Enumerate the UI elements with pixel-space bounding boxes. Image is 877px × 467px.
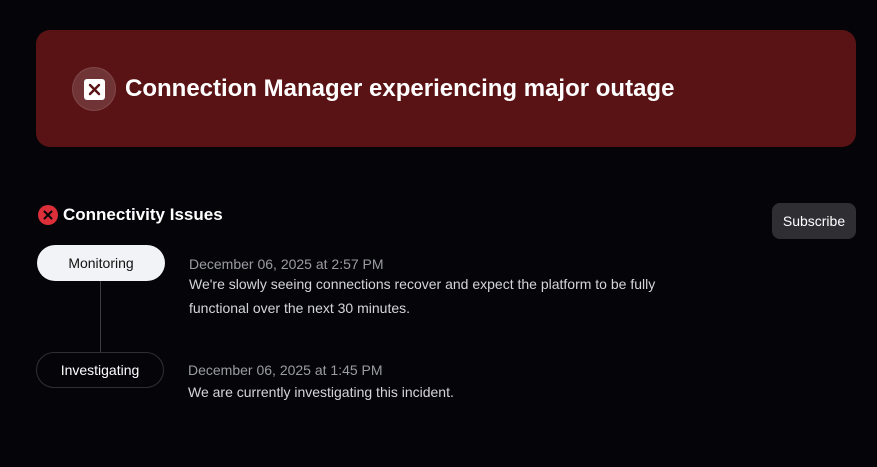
- banner-title: Connection Manager experiencing major ou…: [125, 75, 675, 102]
- banner-icon-container: [72, 67, 116, 111]
- update-message: We're slowly seeing connections recover …: [189, 276, 656, 316]
- status-pill-monitoring: Monitoring: [37, 245, 165, 281]
- close-square-icon: [83, 78, 105, 100]
- update-timestamp: December 06, 2025 at 2:57 PM: [189, 256, 384, 272]
- error-circle-icon: [38, 205, 58, 225]
- status-banner: Connection Manager experiencing major ou…: [36, 30, 856, 147]
- subscribe-button[interactable]: Subscribe: [772, 203, 856, 239]
- status-pill-investigating: Investigating: [36, 352, 164, 388]
- incident-title: Connectivity Issues: [63, 205, 223, 224]
- update-timestamp: December 06, 2025 at 1:45 PM: [188, 362, 383, 378]
- update-message: We are currently investigating this inci…: [188, 384, 454, 400]
- timeline-connector: [100, 281, 101, 353]
